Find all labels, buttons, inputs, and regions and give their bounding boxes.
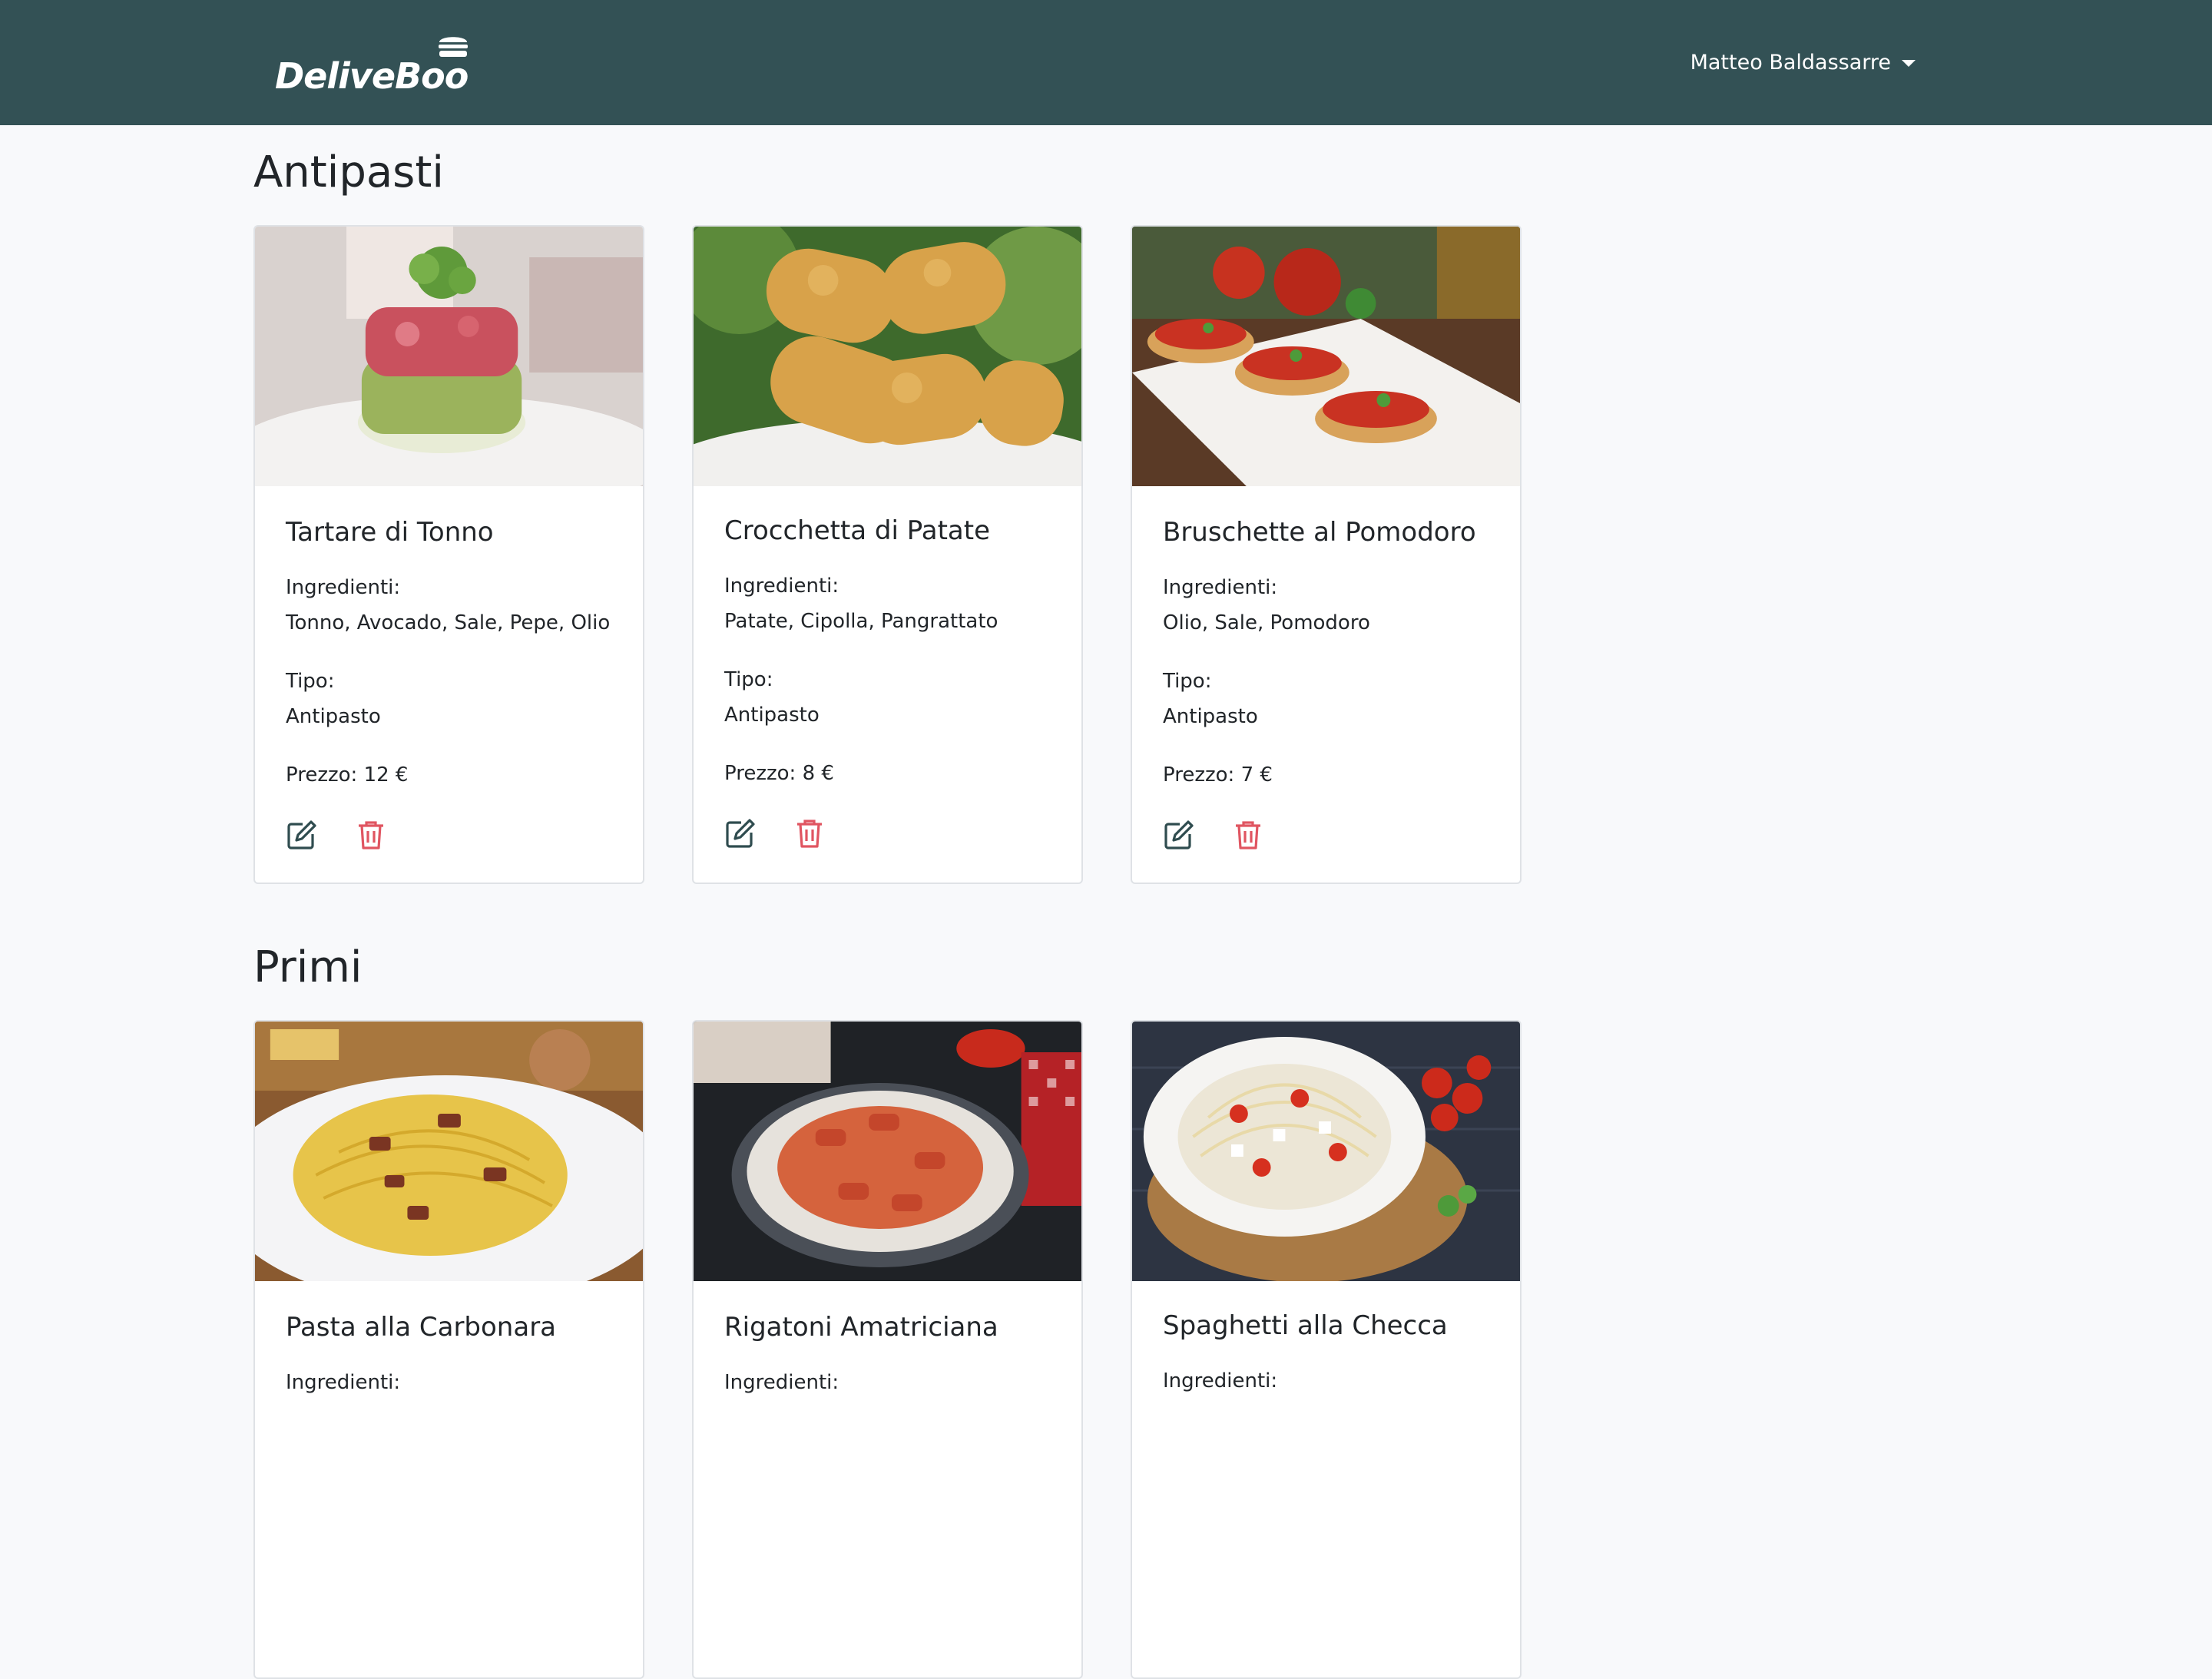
edit-button[interactable] xyxy=(724,817,757,849)
dish-card: Rigatoni Amatriciana Ingredienti: xyxy=(692,1020,1083,1679)
ingredients-value: Patate, Cipolla, Pangrattato xyxy=(724,609,998,633)
navbar: DeliveBoo Matteo Baldassarre xyxy=(0,0,2212,125)
dish-name: Crocchetta di Patate xyxy=(724,515,990,546)
dish-card: Spaghetti alla Checca Ingredienti: xyxy=(1131,1020,1522,1679)
ingredients-value: Olio, Sale, Pomodoro xyxy=(1163,611,1370,634)
type-block: Tipo: Antipasto xyxy=(1163,664,1489,734)
card-actions xyxy=(1163,819,1489,851)
chevron-down-icon xyxy=(1902,60,1916,67)
dish-card: Crocchetta di Patate Ingredienti: Patate… xyxy=(692,225,1083,884)
type-label: Tipo: xyxy=(724,667,773,691)
section-title: Primi xyxy=(253,942,363,992)
trash-icon xyxy=(359,821,383,849)
dish-name: Spaghetti alla Checca xyxy=(1163,1310,1448,1341)
type-value: Antipasto xyxy=(724,703,820,727)
burger-icon xyxy=(439,37,469,57)
edit-icon xyxy=(726,819,755,848)
type-label: Tipo: xyxy=(286,669,335,693)
type-value: Antipasto xyxy=(1163,704,1258,728)
delete-button[interactable] xyxy=(1232,819,1264,851)
tuna-tartare-photo xyxy=(255,227,643,486)
ingredients-block: Ingredienti: Tonno, Avocado, Sale, Pepe,… xyxy=(286,570,612,641)
dish-card: Pasta alla Carbonara Ingredienti: xyxy=(253,1020,644,1679)
dish-name: Bruschette al Pomodoro xyxy=(1163,517,1476,548)
bruschetta-photo xyxy=(1132,227,1520,486)
section-antipasti: Antipasti Tartare di Tonno Ingredienti: … xyxy=(253,147,1522,884)
dish-card-list: Tartare di Tonno Ingredienti: Tonno, Avo… xyxy=(253,225,1522,884)
brand-name: DeliveBoo xyxy=(275,55,469,97)
ingredients-label: Ingredienti: xyxy=(1163,1369,1278,1393)
delete-button[interactable] xyxy=(355,819,387,851)
dish-name: Pasta alla Carbonara xyxy=(286,1312,557,1343)
trash-icon xyxy=(1236,821,1260,849)
dish-price: Prezzo: 12 € xyxy=(286,763,409,787)
dish-card: Tartare di Tonno Ingredienti: Tonno, Avo… xyxy=(253,225,644,884)
dish-card-list: Pasta alla Carbonara Ingredienti: Rigato… xyxy=(253,1020,1522,1679)
section-primi: Primi Pasta alla Carbonara Ingredienti: … xyxy=(253,942,1522,1679)
carbonara-photo xyxy=(255,1022,643,1281)
dish-card: Bruschette al Pomodoro Ingredienti: Olio… xyxy=(1131,225,1522,884)
type-block: Tipo: Antipasto xyxy=(724,662,1051,733)
type-block: Tipo: Antipasto xyxy=(286,664,612,734)
section-title: Antipasti xyxy=(253,147,444,197)
dish-price: Prezzo: 7 € xyxy=(1163,763,1273,787)
edit-button[interactable] xyxy=(286,819,318,851)
dish-name: Tartare di Tonno xyxy=(286,517,494,548)
amatriciana-photo xyxy=(694,1022,1081,1281)
ingredients-label: Ingredienti: xyxy=(286,575,401,599)
dish-price: Prezzo: 8 € xyxy=(724,761,834,785)
checca-photo xyxy=(1132,1022,1520,1281)
brand-logo[interactable]: DeliveBoo xyxy=(275,32,469,97)
user-name: Matteo Baldassarre xyxy=(1690,51,1891,75)
delete-button[interactable] xyxy=(793,817,826,849)
edit-button[interactable] xyxy=(1163,819,1195,851)
user-menu-dropdown[interactable]: Matteo Baldassarre xyxy=(1690,51,1916,75)
card-actions xyxy=(286,819,612,851)
ingredients-label: Ingredienti: xyxy=(724,574,839,598)
potato-croquettes-photo xyxy=(694,227,1081,486)
ingredients-label: Ingredienti: xyxy=(1163,575,1278,599)
edit-icon xyxy=(1164,820,1194,849)
type-value: Antipasto xyxy=(286,704,381,728)
ingredients-block: Ingredienti: Patate, Cipolla, Pangrattat… xyxy=(724,568,1051,639)
ingredients-value: Tonno, Avocado, Sale, Pepe, Olio xyxy=(286,611,611,634)
trash-icon xyxy=(797,820,822,848)
edit-icon xyxy=(287,820,316,849)
ingredients-block: Ingredienti: Olio, Sale, Pomodoro xyxy=(1163,570,1489,641)
dish-name: Rigatoni Amatriciana xyxy=(724,1312,998,1343)
type-label: Tipo: xyxy=(1163,669,1212,693)
card-actions xyxy=(724,817,1051,849)
